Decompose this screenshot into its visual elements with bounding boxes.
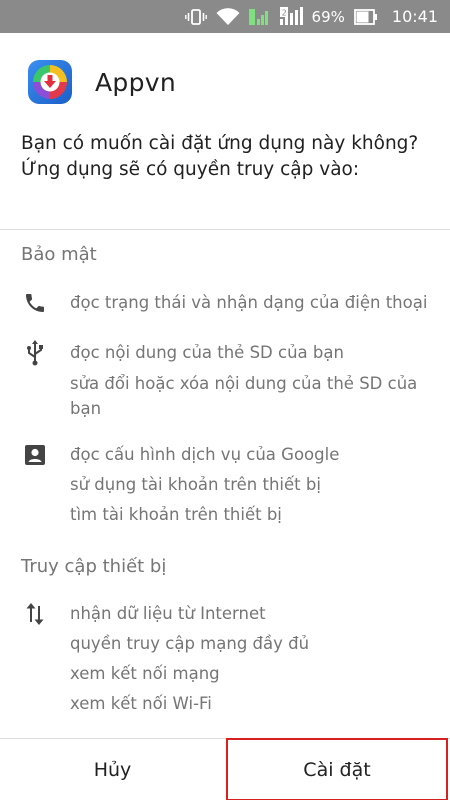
battery-percent: 69% bbox=[311, 7, 345, 26]
bottom-action-bar: Hủy Cài đặt bbox=[0, 738, 450, 800]
wifi-icon bbox=[216, 7, 240, 26]
vibrate-icon bbox=[184, 8, 207, 25]
install-question: Bạn có muốn cài đặt ứng dụng này không? … bbox=[21, 133, 419, 180]
permission-text: sử dụng tài khoản trên thiết bị bbox=[70, 475, 321, 494]
install-button[interactable]: Cài đặt bbox=[226, 738, 448, 800]
section-title-device-access: Truy cập thiết bị bbox=[21, 556, 167, 577]
section-title-security: Bảo mật bbox=[21, 244, 97, 265]
permission-text: tìm tài khoản trên thiết bị bbox=[70, 505, 282, 524]
permission-text: đọc cấu hình dịch vụ của Google bbox=[70, 445, 340, 464]
permission-text: đọc nội dung của thẻ SD của bạn bbox=[70, 343, 344, 362]
app-name: Appvn bbox=[95, 67, 176, 97]
permission-text: xem kết nối Wi-Fi bbox=[70, 694, 212, 713]
permission-text: đọc trạng thái và nhận dạng của điện tho… bbox=[70, 293, 428, 312]
network-arrows-icon bbox=[22, 601, 48, 627]
divider bbox=[0, 229, 450, 230]
usb-icon bbox=[22, 340, 48, 366]
battery-icon bbox=[353, 8, 378, 25]
account-box-icon bbox=[22, 442, 48, 468]
permission-text: sửa đổi hoặc xóa nội dung của thẻ SD của… bbox=[70, 374, 418, 418]
cancel-button[interactable]: Hủy bbox=[0, 739, 225, 800]
phone-icon bbox=[22, 290, 48, 316]
status-bar: 2 69% 10:41 bbox=[0, 0, 450, 33]
appvn-logo-icon bbox=[28, 60, 72, 104]
clock: 10:41 bbox=[391, 7, 438, 26]
permission-text: quyền truy cập mạng đầy đủ bbox=[70, 634, 310, 653]
permission-text: nhận dữ liệu từ Internet bbox=[70, 604, 266, 623]
permission-text: xem kết nối mạng bbox=[70, 664, 220, 683]
sim2-signal-icon: 2 bbox=[279, 6, 304, 27]
signal-icon bbox=[248, 7, 271, 27]
app-header: Appvn bbox=[0, 33, 450, 131]
